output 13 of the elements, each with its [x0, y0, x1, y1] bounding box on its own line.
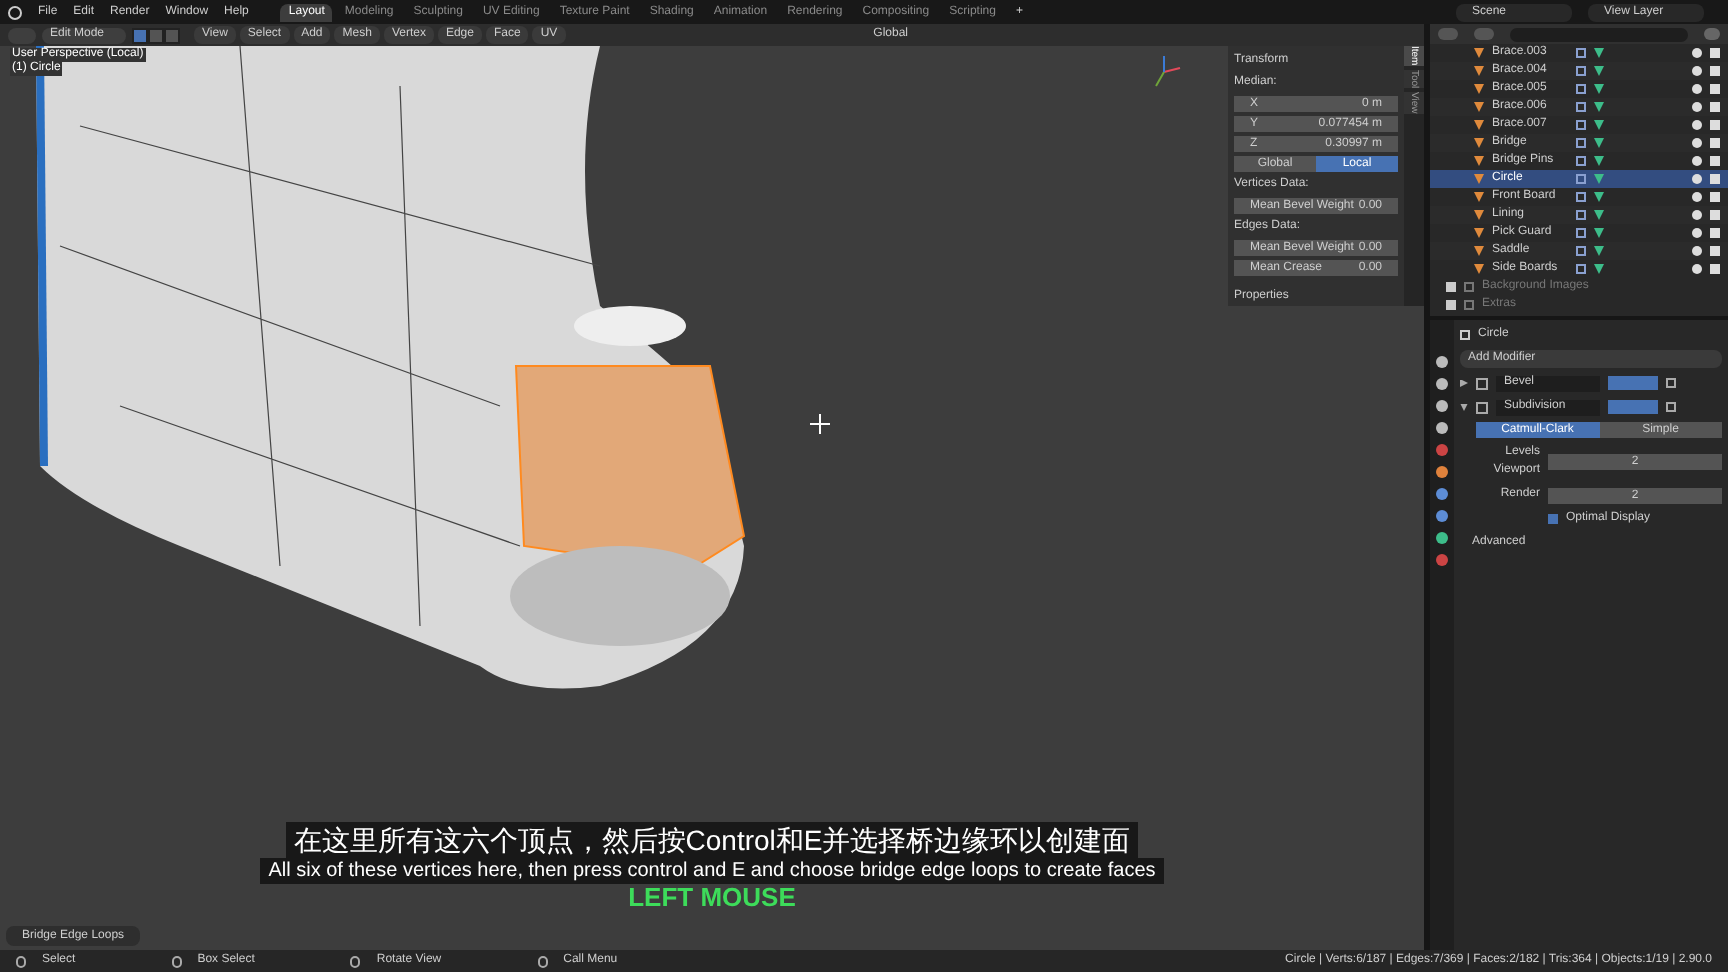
key-overlay-text: LEFT MOUSE — [628, 884, 796, 910]
checkbox[interactable] — [1446, 282, 1456, 292]
expand-caret-icon[interactable] — [1460, 379, 1468, 387]
face-select-icon[interactable] — [164, 27, 180, 43]
3d-cursor-icon — [810, 414, 830, 434]
search-field[interactable] — [1510, 27, 1688, 41]
subtitle-chinese: 在这里所有这六个顶点，然后按Control和E并选择桥边缘环以创建面 — [285, 822, 1139, 858]
checkbox[interactable] — [1548, 514, 1558, 524]
expand-caret-icon[interactable] — [1460, 403, 1468, 411]
edge-select-icon[interactable] — [148, 27, 164, 43]
vertex-select-icon[interactable] — [132, 27, 148, 43]
checkbox[interactable] — [1446, 300, 1456, 310]
subtitle-english: All six of these vertices here, then press control and E and choose bridge edge loops to create faces — [260, 858, 1164, 884]
